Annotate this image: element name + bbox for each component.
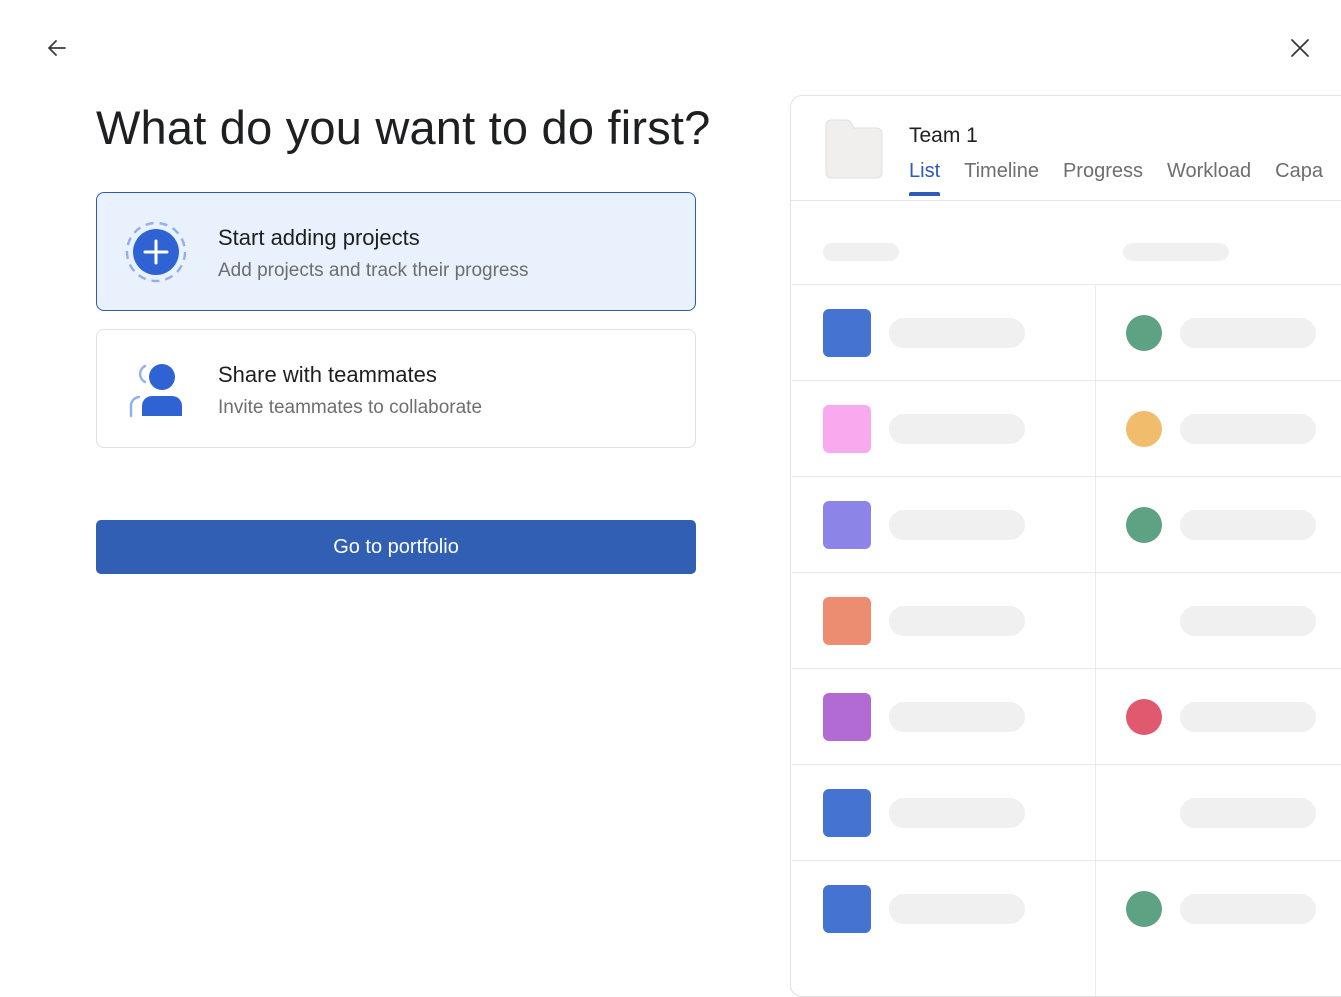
project-color-swatch [823, 405, 871, 453]
go-to-portfolio-button[interactable]: Go to portfolio [96, 520, 696, 574]
column-divider [1095, 284, 1096, 996]
project-color-swatch [823, 501, 871, 549]
tab-progress: Progress [1062, 160, 1143, 182]
project-name-skeleton [889, 510, 1025, 540]
team-title: Team 1 [909, 124, 978, 147]
project-color-swatch [823, 789, 871, 837]
project-color-swatch [823, 309, 871, 357]
status-skeleton [1180, 414, 1316, 444]
status-skeleton [1180, 510, 1316, 540]
status-skeleton [1180, 894, 1316, 924]
tab-list: List [909, 160, 941, 196]
project-name-skeleton [889, 414, 1025, 444]
close-button[interactable] [1280, 28, 1320, 68]
arrow-left-icon [48, 40, 66, 56]
project-name-skeleton [889, 894, 1025, 924]
status-dot [1126, 699, 1162, 735]
tab-timeline: Timeline [964, 160, 1039, 182]
project-name-skeleton [889, 606, 1025, 636]
add-circle-icon [125, 221, 187, 283]
project-color-swatch [823, 885, 871, 933]
option-title: Start adding projects [218, 225, 420, 250]
option-description: Invite teammates to collaborate [218, 397, 483, 418]
project-color-swatch [823, 597, 871, 645]
folder-icon [825, 119, 883, 179]
project-name-skeleton [889, 702, 1025, 732]
row-divider [792, 284, 1341, 285]
status-skeleton [1180, 606, 1316, 636]
option-title: Share with teammates [218, 362, 437, 387]
tab-capacity: Capa [1275, 160, 1323, 182]
status-dot [1126, 411, 1162, 447]
option-share-with-teammates[interactable]: Share with teammates Invite teammates to… [96, 329, 696, 448]
status-dot [1126, 315, 1162, 351]
tab-divider [791, 200, 1341, 201]
people-icon [129, 364, 182, 418]
status-skeleton [1180, 702, 1316, 732]
row-divider [792, 572, 1341, 573]
project-color-swatch [823, 693, 871, 741]
project-name-skeleton [889, 798, 1025, 828]
portfolio-preview: Team 1 List Timeline Progress Workload C… [790, 95, 1341, 997]
status-dot [1126, 507, 1162, 543]
preview-tabs: List Timeline Progress Workload Capa [909, 160, 1341, 196]
close-icon [1291, 39, 1309, 57]
row-divider [792, 764, 1341, 765]
page-title: What do you want to do first? [96, 101, 711, 154]
option-description: Add projects and track their progress [218, 260, 529, 281]
header-skeleton [1123, 243, 1229, 261]
tab-workload: Workload [1167, 160, 1252, 182]
header-skeleton [823, 243, 899, 261]
row-divider [792, 668, 1341, 669]
row-divider [792, 860, 1341, 861]
row-divider [792, 476, 1341, 477]
project-name-skeleton [889, 318, 1025, 348]
status-dot [1126, 891, 1162, 927]
option-start-adding-projects[interactable]: Start adding projects Add projects and t… [96, 192, 696, 311]
status-skeleton [1180, 318, 1316, 348]
row-divider [792, 380, 1341, 381]
back-button[interactable] [37, 28, 77, 68]
status-skeleton [1180, 798, 1316, 828]
